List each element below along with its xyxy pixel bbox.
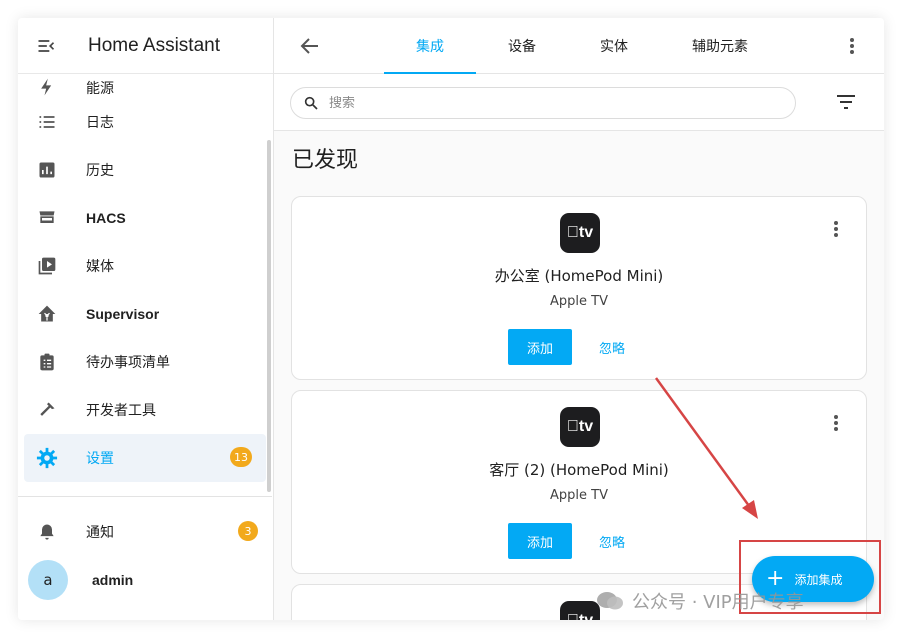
supervisor-icon <box>36 303 58 325</box>
bell-icon <box>36 521 58 543</box>
sidebar-item-logbook[interactable]: 日志 <box>18 98 272 146</box>
add-button[interactable]: 添加 <box>508 523 572 559</box>
sidebar-item-label: 日志 <box>86 115 114 131</box>
lightning-icon <box>36 76 58 98</box>
sidebar-bottom: 通知 3 a admin <box>18 508 272 604</box>
sidebar-item-developer-tools[interactable]: 开发者工具 <box>18 386 272 434</box>
more-vert-icon[interactable] <box>824 217 848 241</box>
sidebar-item-label: 通知 <box>86 525 114 541</box>
sidebar-item-history[interactable]: 历史 <box>18 146 272 194</box>
sidebar-item-hacs[interactable]: HACS <box>18 194 272 242</box>
sidebar-item-label: 能源 <box>86 81 114 97</box>
apple-icon:  <box>567 612 579 620</box>
menu-collapse-icon[interactable] <box>36 36 56 56</box>
wechat-icon <box>597 592 623 610</box>
sidebar-item-settings[interactable]: 设置 13 <box>24 434 266 482</box>
sidebar-item-todo[interactable]: 待办事项清单 <box>18 338 272 386</box>
sidebar-item-label: Supervisor <box>86 306 160 322</box>
discovered-card: tv 办公室 (HomePod Mini) Apple TV 添加 忽略 <box>291 196 867 380</box>
discovered-list: tv 办公室 (HomePod Mini) Apple TV 添加 忽略 t… <box>274 18 884 620</box>
sidebar-item-media[interactable]: 媒体 <box>18 242 272 290</box>
sidebar-item-label: 设置 <box>86 451 114 467</box>
sidebar-scrollbar[interactable] <box>267 140 271 492</box>
profile-name: admin <box>92 572 134 588</box>
sidebar-item-notifications[interactable]: 通知 3 <box>18 508 272 556</box>
apple-tv-logo: tv <box>560 601 600 620</box>
sidebar-item-label: 待办事项清单 <box>86 355 170 371</box>
ignore-button[interactable]: 忽略 <box>588 329 636 365</box>
apple-icon:  <box>567 418 579 436</box>
ignore-button[interactable]: 忽略 <box>588 523 636 559</box>
app-title: Home Assistant <box>88 34 220 56</box>
sidebar-item-label: HACS <box>86 210 126 226</box>
sidebar-header: Home Assistant <box>18 18 273 74</box>
sidebar-item-energy[interactable]: 能源 <box>18 74 272 98</box>
discovered-integration: Apple TV <box>550 488 608 503</box>
apple-icon:  <box>567 224 579 242</box>
discovered-name: 客厅 (2) (HomePod Mini) <box>489 461 669 479</box>
apple-tv-logo: tv <box>560 407 600 447</box>
sidebar-item-label: 历史 <box>86 163 114 179</box>
apple-tv-logo: tv <box>560 213 600 253</box>
clipboard-list-icon <box>36 351 58 373</box>
gear-icon <box>36 447 58 469</box>
sidebar: Home Assistant 能源 日志 历史 HACS 媒体 Supervis… <box>18 18 274 620</box>
hacs-store-icon <box>36 207 58 229</box>
play-box-icon <box>36 255 58 277</box>
sidebar-item-label: 开发者工具 <box>86 403 156 419</box>
discovered-integration: Apple TV <box>550 294 608 309</box>
settings-badge: 13 <box>230 447 252 467</box>
hammer-icon <box>36 399 58 421</box>
watermark: 公众号 · VIP用户专享 <box>596 588 804 614</box>
sidebar-item-supervisor[interactable]: Supervisor <box>18 290 272 338</box>
watermark-text: 公众号 · VIP用户专享 <box>632 592 804 613</box>
sidebar-divider <box>18 496 272 497</box>
more-vert-icon[interactable] <box>824 411 848 435</box>
sidebar-nav: 能源 日志 历史 HACS 媒体 Supervisor 待办事项清单 开发者工具… <box>18 74 272 482</box>
sidebar-item-label: 媒体 <box>86 259 114 275</box>
discovered-name: 办公室 (HomePod Mini) <box>494 267 664 285</box>
chart-bar-icon <box>36 159 58 181</box>
add-button[interactable]: 添加 <box>508 329 572 365</box>
notifications-badge: 3 <box>238 521 258 541</box>
avatar: a <box>28 560 68 600</box>
sidebar-item-profile[interactable]: a admin <box>18 556 272 604</box>
list-icon <box>36 111 58 133</box>
